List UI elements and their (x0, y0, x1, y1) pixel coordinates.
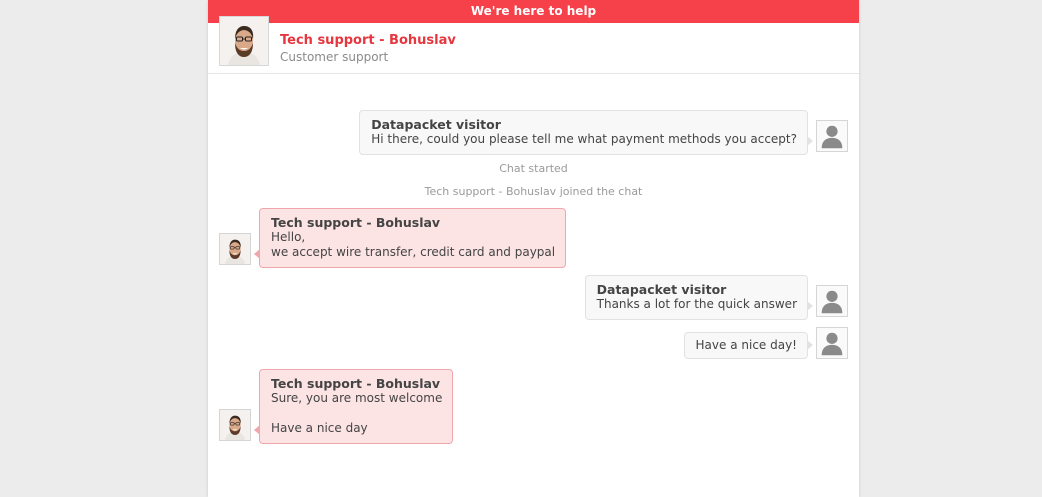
agent-avatar-small (219, 233, 251, 265)
agent-avatar-small (219, 409, 251, 441)
user-silhouette-icon (817, 121, 847, 151)
agent-avatar (219, 16, 269, 66)
agent-message: Tech support - Bohuslav Hello, we accept… (253, 208, 567, 268)
message-text: we accept wire transfer, credit card and… (271, 245, 556, 259)
visitor-message: Have a nice day! (683, 332, 814, 359)
visitor-message: Datapacket visitor Hi there, could you p… (359, 110, 813, 155)
message-author: Tech support - Bohuslav (271, 376, 441, 391)
message-text: Hi there, could you please tell me what … (371, 132, 797, 146)
chat-banner: We're here to help (208, 0, 859, 23)
message-text (271, 406, 442, 421)
system-message: Tech support - Bohuslav joined the chat (424, 185, 643, 198)
chat-window: We're here to help Tech support - Bohusl… (208, 0, 859, 497)
message-text: Thanks a lot for the quick answer (596, 297, 797, 311)
message-author: Datapacket visitor (596, 282, 727, 297)
system-message: Chat started (499, 162, 568, 175)
agent-header: Tech support - Bohuslav Customer support (208, 16, 859, 74)
visitor-avatar (816, 285, 848, 317)
agent-name: Tech support - Bohuslav (280, 33, 456, 48)
agent-message: Tech support - Bohuslav Sure, you are mo… (253, 369, 454, 444)
user-silhouette-icon (817, 286, 847, 316)
visitor-avatar (816, 327, 848, 359)
message-list[interactable]: Datapacket visitor Hi there, could you p… (208, 74, 859, 494)
message-author: Datapacket visitor (371, 117, 501, 132)
agent-role: Customer support (280, 50, 389, 64)
message-text: Have a nice day! (695, 338, 797, 352)
message-text: Have a nice day (271, 421, 368, 435)
message-text: Hello, (271, 230, 306, 244)
visitor-avatar (816, 120, 848, 152)
message-author: Tech support - Bohuslav (271, 215, 441, 230)
message-text: Sure, you are most welcome (271, 391, 443, 405)
user-silhouette-icon (817, 328, 847, 358)
visitor-message: Datapacket visitor Thanks a lot for the … (584, 275, 814, 320)
